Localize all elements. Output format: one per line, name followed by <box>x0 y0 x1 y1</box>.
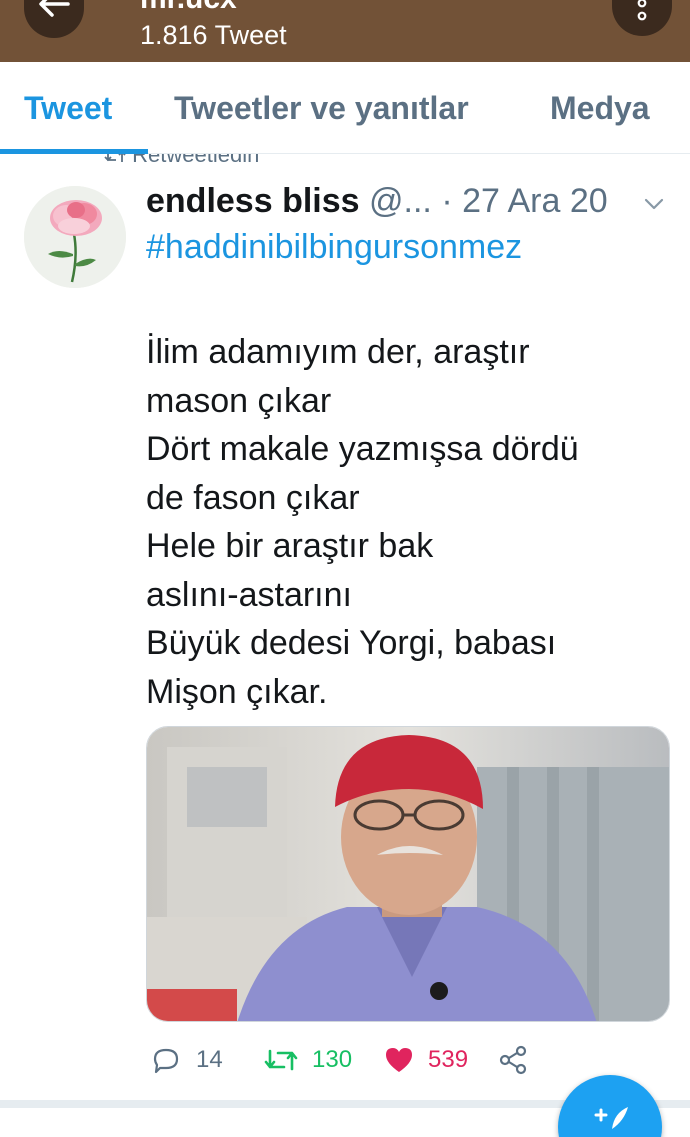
avatar[interactable] <box>24 186 126 288</box>
tweet-line: mason çıkar <box>146 381 332 420</box>
reply-icon <box>153 1048 179 1074</box>
retweet-button[interactable]: 130 <box>264 1040 352 1080</box>
author-name[interactable]: endless bliss <box>146 182 360 220</box>
reply-count: 14 <box>196 1046 223 1073</box>
like-count: 539 <box>428 1046 469 1073</box>
author-handle[interactable]: @... <box>369 182 432 220</box>
tweet-header: endless bliss @... · 27 Ara 20 <box>146 182 676 224</box>
back-button[interactable] <box>24 0 84 38</box>
tweet-line: İlim adamıyım der, araştır <box>146 333 530 371</box>
tweet-hashtag[interactable]: #haddinibilbingursonmez <box>146 228 522 267</box>
profile-name: mr.ucx <box>140 0 237 16</box>
profile-header: mr.ucx 1.816 Tweet <box>0 0 690 62</box>
chevron-down-icon[interactable] <box>640 190 668 218</box>
share-icon <box>499 1045 527 1075</box>
compose-feather-icon <box>594 1107 628 1129</box>
arrow-left-icon <box>39 0 70 17</box>
tweet-line: Hele bir araştır bak <box>146 527 434 565</box>
rose-avatar-image <box>24 186 126 288</box>
tweet-line: aslını-astarını <box>146 575 352 614</box>
tweet-line: de fason çıkar <box>146 478 360 517</box>
more-vertical-icon <box>637 0 647 21</box>
tweet-media-image[interactable] <box>146 726 670 1022</box>
tweet-line: Büyük dedesi Yorgi, babası <box>146 624 557 662</box>
retweeted-text: Retweetledin <box>132 142 260 167</box>
tweet-date[interactable]: 27 Ara 20 <box>462 182 608 220</box>
doctor-photo <box>147 727 669 1021</box>
retweeted-label: Retweetledin <box>104 142 259 168</box>
tab-tweets-and-replies-overlay[interactable]: Tweetler ve yanıtlar <box>174 90 469 127</box>
tweet-separator: · <box>441 182 453 220</box>
tweet-line: Mişon çıkar. <box>146 672 328 711</box>
tweet-line: Dört makale yazmışsa dördü <box>146 430 579 468</box>
compose-tweet-button[interactable] <box>558 1075 662 1137</box>
like-button[interactable]: 539 <box>384 1040 468 1080</box>
tab-tweet-overlay[interactable]: Tweet <box>24 90 112 127</box>
tweet-count: 1.816 Tweet <box>140 20 287 50</box>
retweet-count: 130 <box>312 1046 353 1073</box>
reply-button[interactable]: 14 <box>152 1040 223 1080</box>
heart-icon <box>386 1048 412 1072</box>
tweet-text: İlim adamıyım der, araştır mason çıkar D… <box>146 328 666 716</box>
tweet-actions: 14 130 539 <box>146 1040 566 1080</box>
share-button[interactable] <box>498 1040 528 1080</box>
tab-media-overlay[interactable]: Medya <box>550 90 650 127</box>
retweet-icon <box>264 1049 298 1071</box>
more-menu-button[interactable] <box>612 0 672 36</box>
